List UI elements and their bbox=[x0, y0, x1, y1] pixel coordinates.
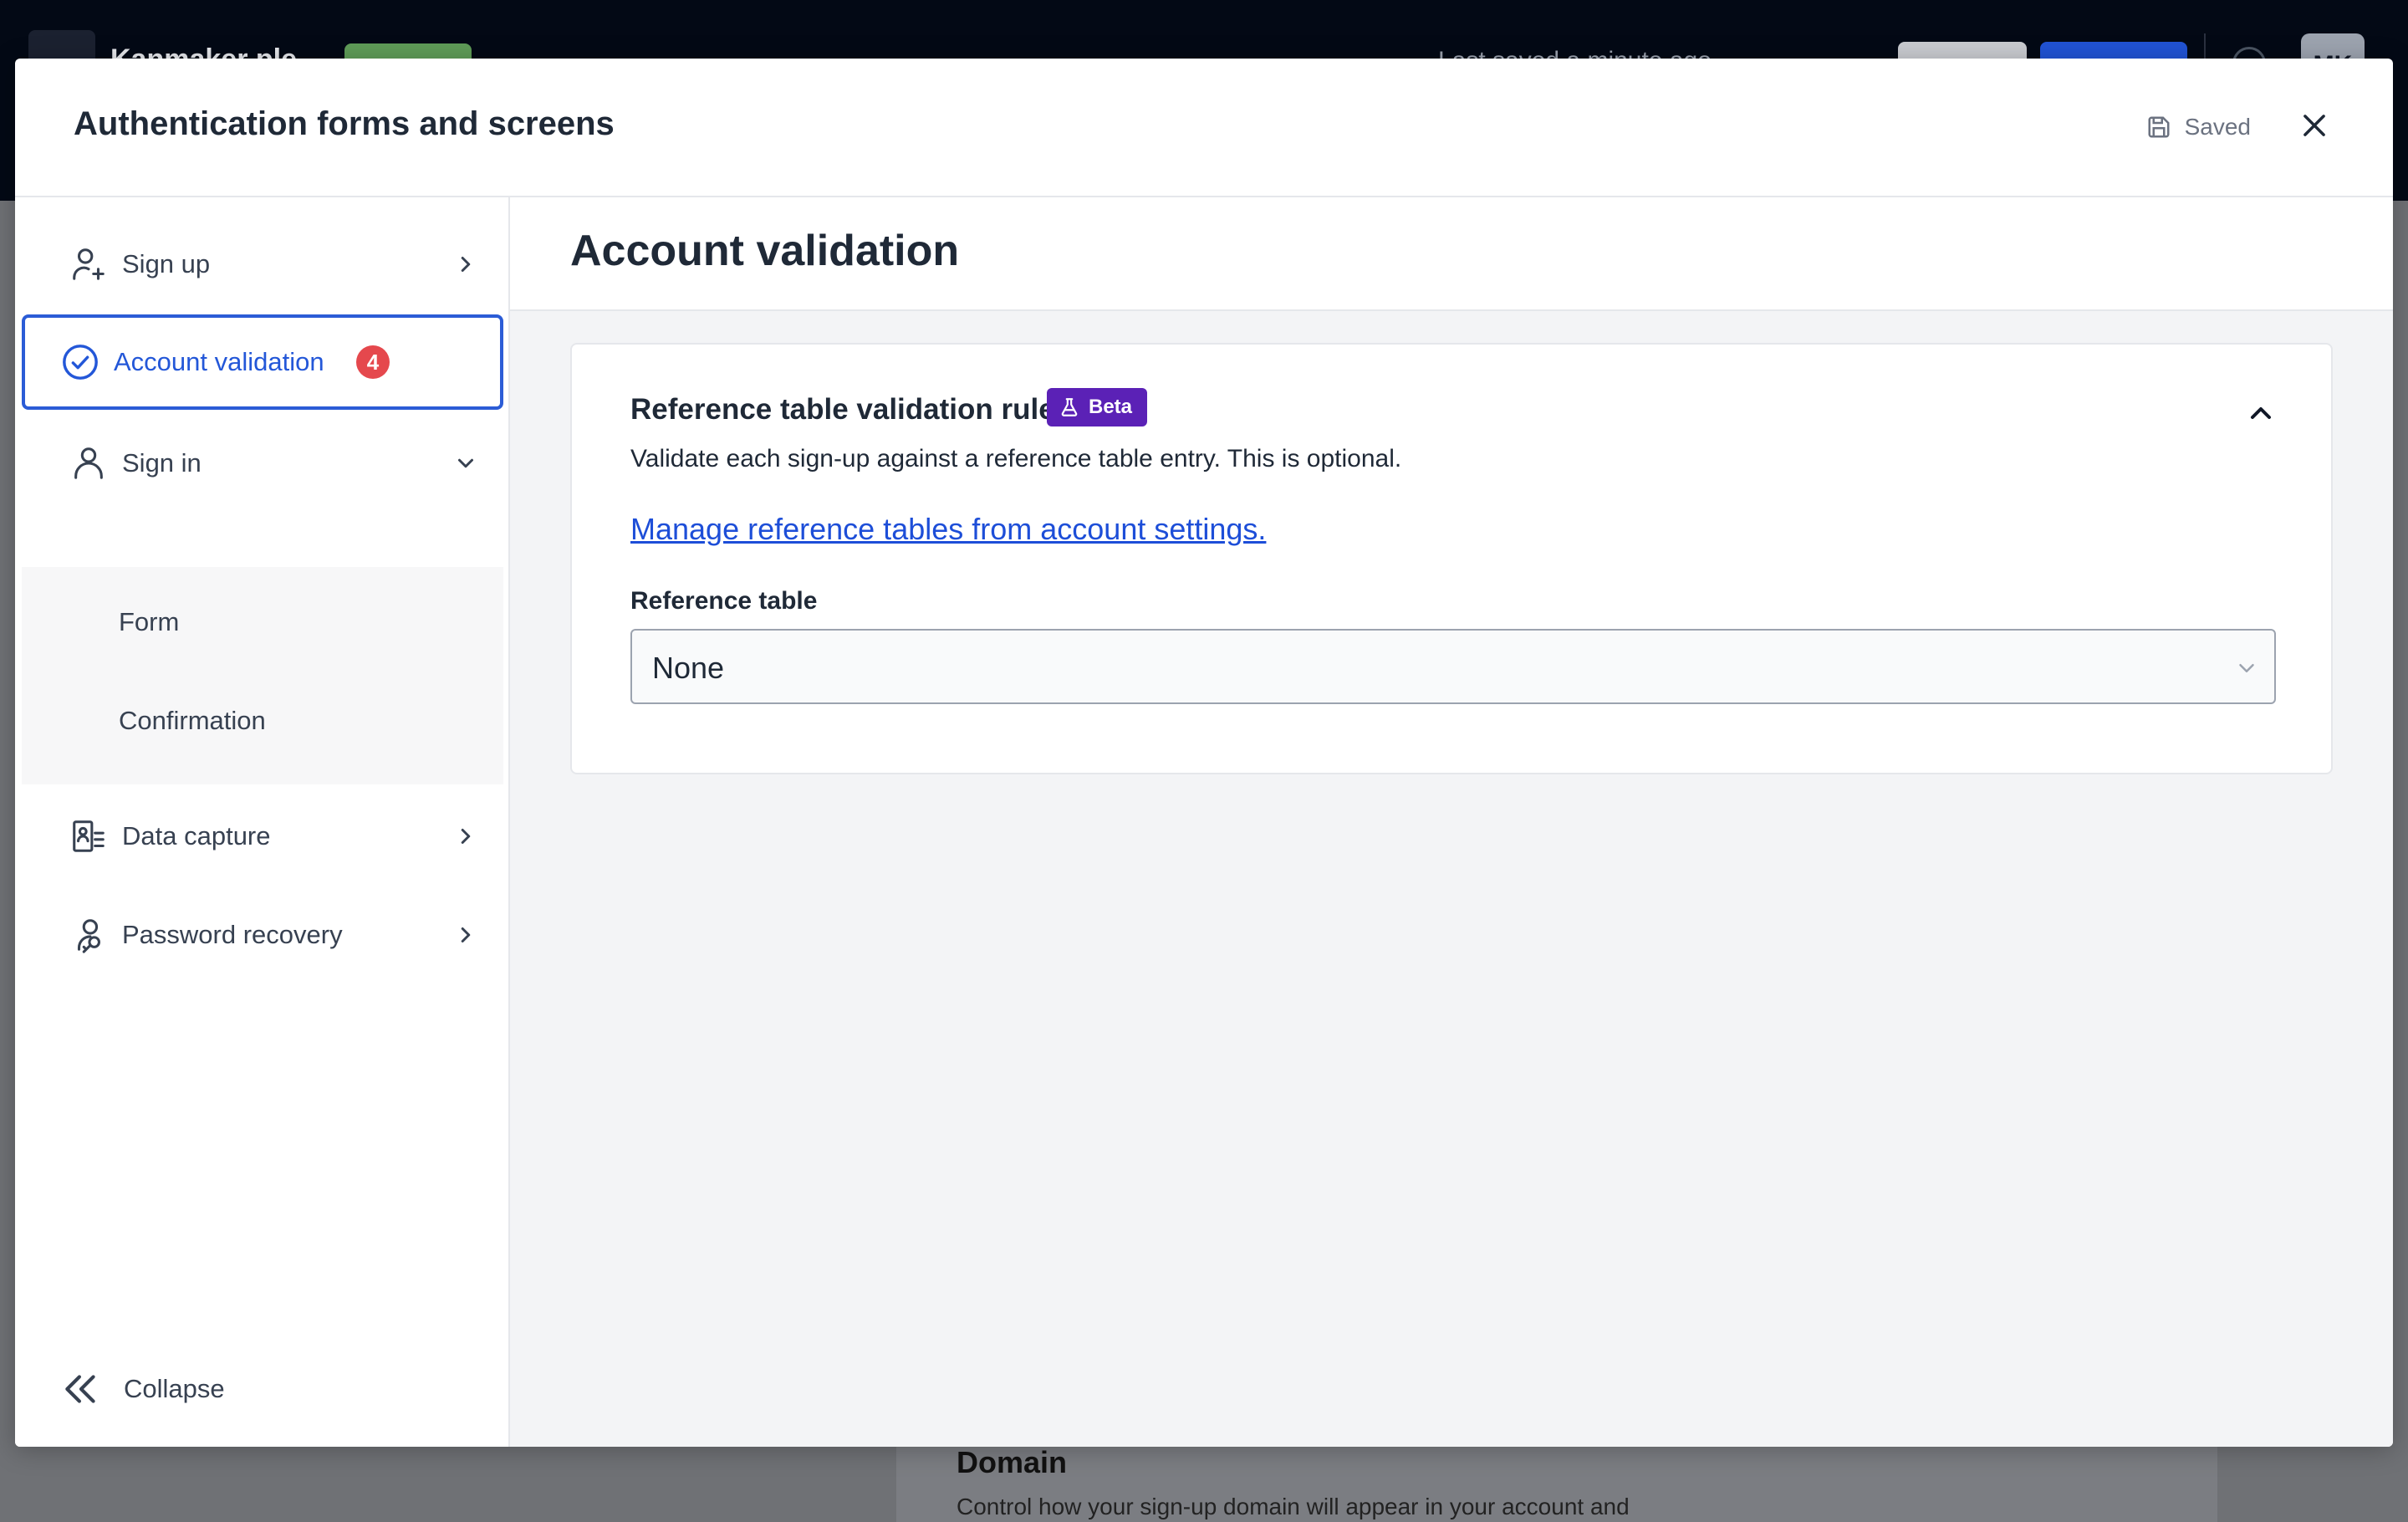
chevron-down-icon bbox=[2239, 664, 2254, 672]
chevron-down-icon bbox=[458, 458, 473, 468]
sidebar-item-label: Sign up bbox=[122, 249, 211, 278]
sidebar-item-label: Sign in bbox=[122, 448, 202, 478]
sidebar-item-sign-up[interactable]: Sign up bbox=[22, 217, 503, 311]
flask-icon bbox=[1061, 398, 1078, 416]
reference-table-card: Reference table validation rules Beta Va… bbox=[570, 343, 2333, 774]
sign-in-subnav: Form Confirmation bbox=[22, 567, 503, 784]
page-title: Account validation bbox=[570, 227, 960, 275]
beta-label: Beta bbox=[1089, 396, 1133, 418]
beta-badge: Beta bbox=[1047, 388, 1148, 426]
modal-header: Authentication forms and screens Saved bbox=[15, 59, 2393, 197]
sidebar-item-label: Account validation bbox=[114, 347, 324, 376]
background-domain-heading: Domain bbox=[957, 1445, 1068, 1479]
subnav-item-label: Form bbox=[119, 607, 180, 636]
saved-label: Saved bbox=[2184, 114, 2251, 140]
chevron-right-icon bbox=[461, 257, 471, 272]
saved-indicator: Saved bbox=[2146, 114, 2251, 140]
chevron-right-icon bbox=[461, 927, 471, 942]
check-circle-icon bbox=[60, 342, 100, 382]
sidebar-item-password-recovery[interactable]: Password recovery bbox=[22, 888, 503, 982]
main-content: Account validation Reference table valid… bbox=[510, 197, 2393, 1447]
main-header: Account validation bbox=[510, 197, 2393, 311]
chevron-up-icon[interactable] bbox=[2244, 396, 2278, 430]
sidebar-item-label: Password recovery bbox=[122, 920, 343, 949]
notification-badge: 4 bbox=[356, 345, 390, 379]
card-description: Validate each sign-up against a referenc… bbox=[630, 445, 1402, 472]
collapse-sidebar-button[interactable]: Collapse bbox=[60, 1368, 225, 1410]
manage-reference-tables-link[interactable]: Manage reference tables from account set… bbox=[630, 512, 1266, 547]
user-plus-icon bbox=[69, 244, 109, 284]
sidebar-item-data-capture[interactable]: Data capture bbox=[22, 789, 503, 883]
subnav-item-form[interactable]: Form bbox=[22, 575, 503, 669]
card-title: Reference table validation rules bbox=[630, 393, 1072, 426]
sidebar-item-sign-in[interactable]: Sign in bbox=[22, 416, 503, 510]
subnav-item-confirmation[interactable]: Confirmation bbox=[22, 674, 503, 768]
form-icon bbox=[69, 816, 109, 856]
user-icon bbox=[69, 443, 109, 483]
subnav-item-label: Confirmation bbox=[119, 706, 266, 735]
chevron-right-icon bbox=[461, 829, 471, 844]
close-icon bbox=[2303, 115, 2325, 136]
select-value: None bbox=[652, 651, 725, 685]
close-button[interactable] bbox=[2294, 105, 2334, 146]
reference-table-label: Reference table bbox=[630, 587, 818, 615]
sidebar-item-account-validation[interactable]: Account validation 4 bbox=[22, 314, 503, 410]
double-chevron-left-icon bbox=[65, 1375, 95, 1403]
modal-title: Authentication forms and screens bbox=[74, 105, 615, 142]
auth-forms-modal: Authentication forms and screens Saved S… bbox=[15, 59, 2393, 1447]
reference-table-select[interactable]: None bbox=[630, 629, 2276, 704]
save-disk-icon bbox=[2148, 116, 2170, 138]
key-user-icon bbox=[69, 915, 109, 955]
background-domain-description: Control how your sign-up domain will app… bbox=[957, 1494, 1630, 1519]
sidebar-item-label: Data capture bbox=[122, 821, 271, 850]
collapse-label: Collapse bbox=[124, 1374, 225, 1403]
sidebar: Sign up Account validation 4 Sign in For… bbox=[15, 197, 510, 1447]
